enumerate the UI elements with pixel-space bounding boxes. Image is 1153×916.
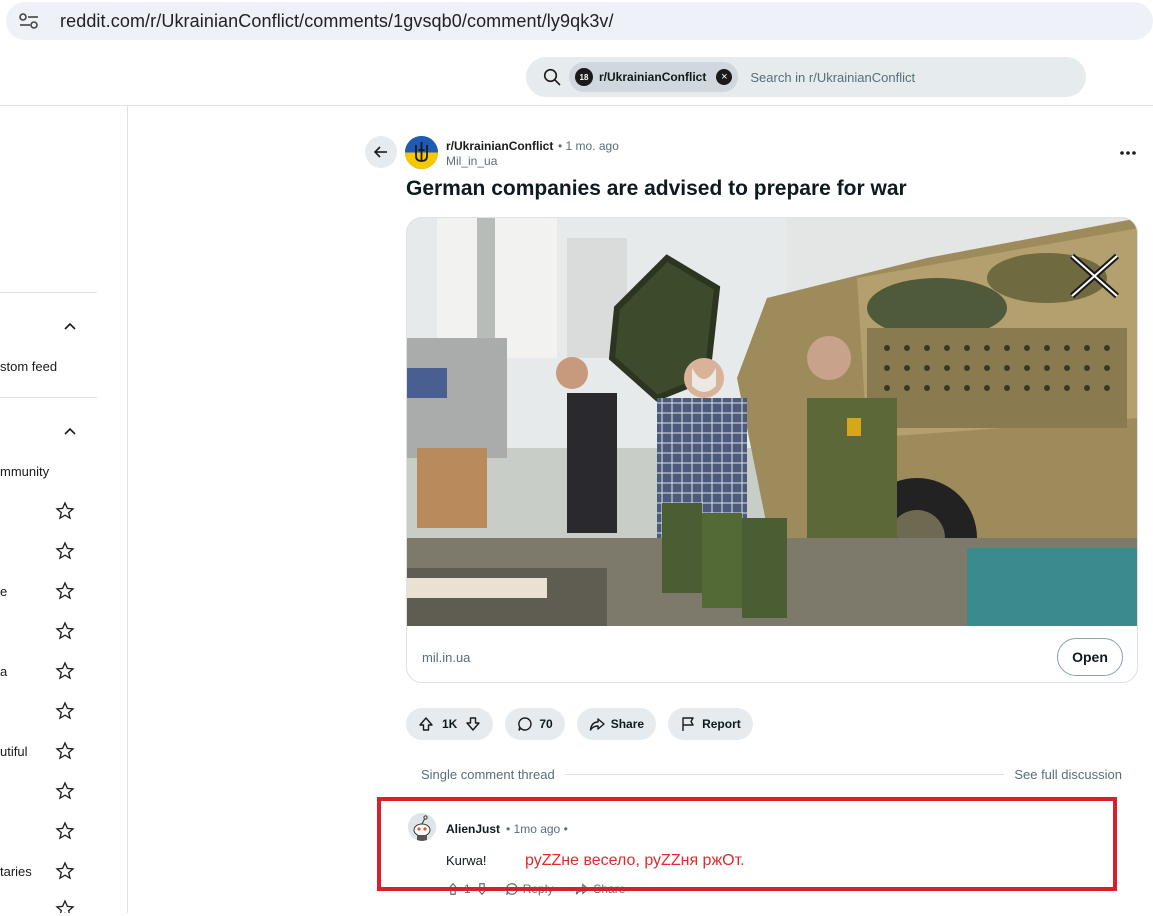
- see-full-discussion-link[interactable]: See full discussion: [1014, 767, 1122, 782]
- star-icon[interactable]: [55, 741, 75, 761]
- vote-count: 1K: [442, 717, 458, 731]
- star-icon[interactable]: [55, 581, 75, 601]
- post-title[interactable]: German companies are advised to prepare …: [406, 177, 907, 201]
- sidebar-divider: [0, 292, 97, 293]
- annotation-text: руZZне весело, руZZня ржОт.: [525, 852, 745, 869]
- star-icon[interactable]: [55, 661, 75, 681]
- chevron-up-icon[interactable]: [62, 318, 78, 334]
- star-icon[interactable]: [55, 781, 75, 801]
- thread-navigation: Single comment thread See full discussio…: [421, 766, 1122, 782]
- annotation-box: [377, 797, 1117, 891]
- star-icon[interactable]: [55, 501, 75, 521]
- subreddit-chip-label: r/UkrainianConflict: [599, 70, 707, 84]
- single-comment-thread-label: Single comment thread: [421, 766, 555, 782]
- report-label: Report: [702, 717, 741, 731]
- comment-icon: [518, 717, 532, 731]
- search-input[interactable]: Search in r/UkrainianConflict: [750, 70, 915, 85]
- browser-url-bar: reddit.com/r/UkrainianConflict/comments/…: [0, 0, 1153, 48]
- subreddit-search-chip: 18 r/UkrainianConflict ×: [569, 62, 739, 92]
- address-field[interactable]: reddit.com/r/UkrainianConflict/comments/…: [6, 2, 1153, 40]
- vote-control: 1K: [406, 708, 494, 740]
- post-main: r/UkrainianConflict • 1 mo. ago Mil_in_u…: [128, 106, 1153, 913]
- star-icon[interactable]: [55, 541, 75, 561]
- sidebar-item-custom-feed[interactable]: stom feed: [0, 359, 57, 374]
- sidebar-item-community[interactable]: e: [0, 584, 7, 599]
- post-image[interactable]: [407, 218, 1138, 626]
- more-options-icon[interactable]: [1118, 146, 1138, 160]
- site-settings-icon[interactable]: [18, 12, 40, 30]
- star-icon[interactable]: [55, 621, 75, 641]
- link-card[interactable]: mil.in.ua Open: [406, 217, 1138, 683]
- post-author[interactable]: Mil_in_ua: [446, 154, 497, 168]
- sidebar-item-community[interactable]: a: [0, 664, 7, 679]
- sidebar-item-community[interactable]: taries: [0, 864, 32, 879]
- thread-divider: [564, 773, 1005, 775]
- search-icon: [543, 68, 561, 86]
- ukraine-trident-icon: [405, 136, 438, 169]
- chevron-up-icon[interactable]: [62, 423, 78, 439]
- subreddit-avatar[interactable]: [405, 136, 438, 169]
- star-icon[interactable]: [55, 861, 75, 881]
- url-host: reddit.com: [60, 10, 146, 31]
- open-link-button[interactable]: Open: [1057, 638, 1123, 676]
- share-button[interactable]: Share: [576, 708, 657, 740]
- subreddit-link[interactable]: r/UkrainianConflict: [446, 139, 553, 153]
- upvote-icon[interactable]: [418, 716, 434, 732]
- back-button[interactable]: [365, 136, 397, 168]
- left-sidebar: stom feed mmunity e a utiful taries: [0, 106, 128, 913]
- star-icon[interactable]: [55, 821, 75, 841]
- star-icon[interactable]: [55, 899, 75, 913]
- sidebar-divider: [0, 397, 97, 398]
- downvote-icon[interactable]: [465, 716, 481, 732]
- url-text[interactable]: reddit.com/r/UkrainianConflict/comments/…: [60, 11, 614, 32]
- comment-count: 70: [539, 717, 553, 731]
- share-label: Share: [610, 717, 645, 731]
- comments-button[interactable]: 70: [505, 708, 565, 740]
- subreddit-chip-avatar: 18: [575, 68, 593, 86]
- search-bar[interactable]: 18 r/UkrainianConflict × Search in r/Ukr…: [526, 57, 1086, 97]
- sidebar-item-community[interactable]: utiful: [0, 744, 27, 759]
- share-icon: [589, 718, 605, 731]
- flag-icon: [682, 717, 694, 731]
- report-button[interactable]: Report: [668, 708, 753, 740]
- arrow-left-icon: [373, 146, 387, 158]
- link-domain[interactable]: mil.in.ua: [422, 650, 470, 665]
- post-action-bar: 1K 70 Share Report: [406, 708, 765, 740]
- post-timestamp: • 1 mo. ago: [558, 139, 619, 153]
- close-icon[interactable]: ×: [716, 69, 733, 85]
- url-path: /r/UkrainianConflict/comments/1gvsqb0/co…: [145, 10, 614, 31]
- sidebar-item-community[interactable]: mmunity: [0, 464, 49, 479]
- star-icon[interactable]: [55, 701, 75, 721]
- reddit-header: 18 r/UkrainianConflict × Search in r/Ukr…: [0, 48, 1153, 106]
